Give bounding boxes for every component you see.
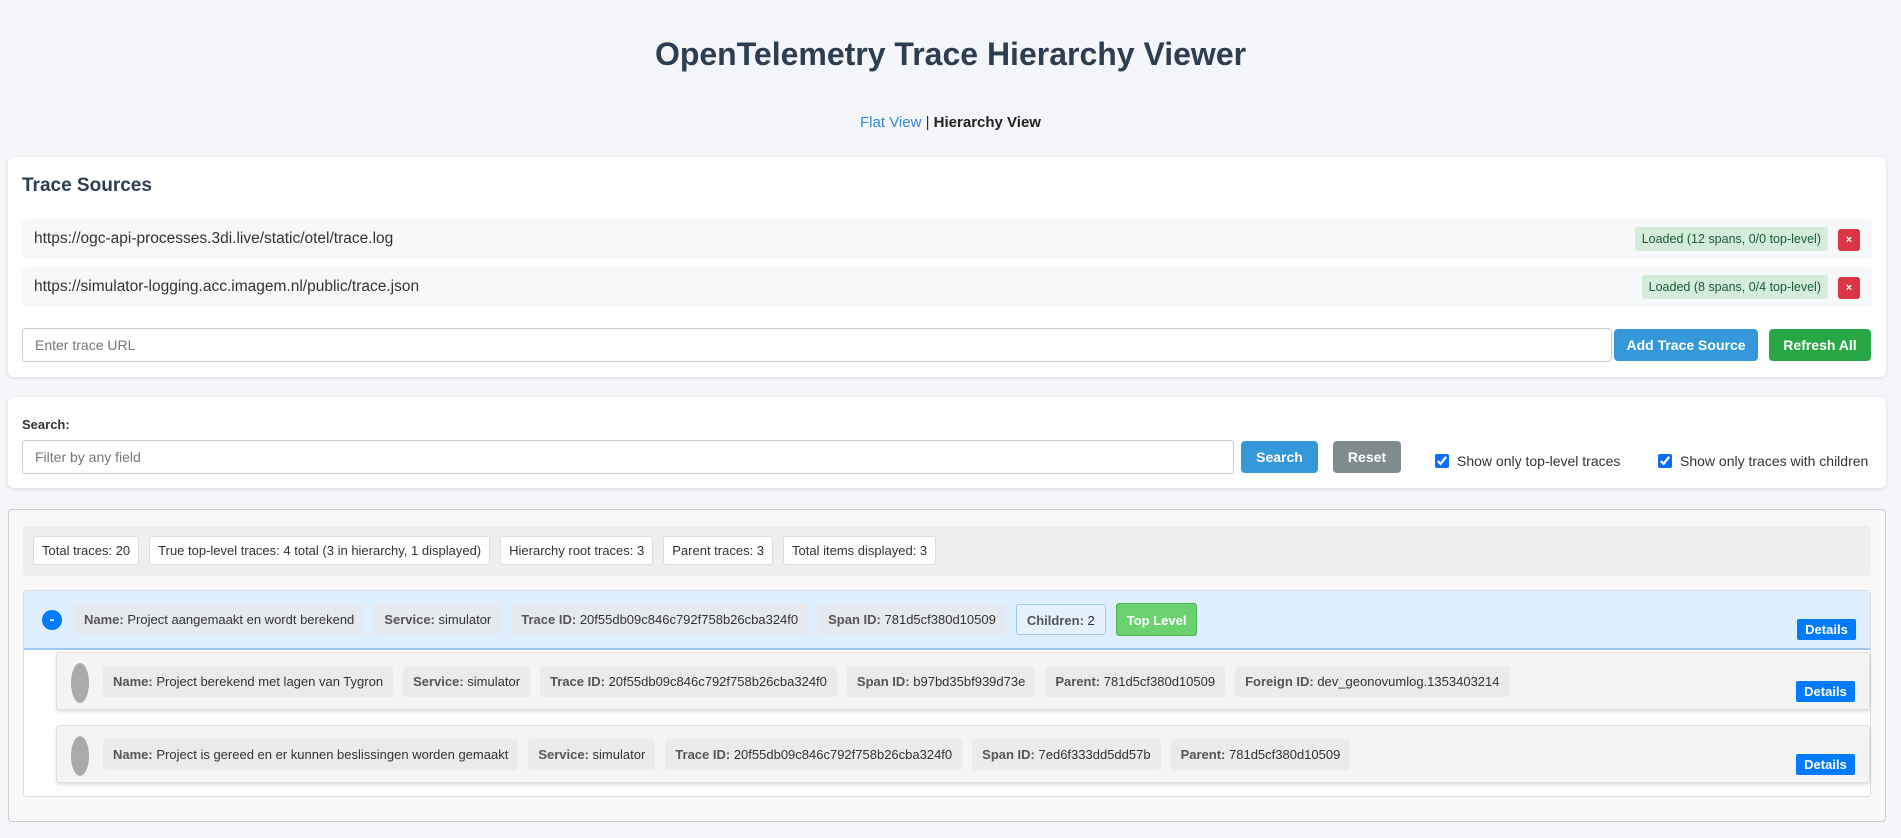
span-id-field: Span ID: b97bd35bf939d73e — [846, 665, 1036, 697]
children-count: Children: 2 — [1015, 604, 1106, 635]
remove-source-button[interactable]: × — [1838, 229, 1860, 251]
trace-id-field: Trace ID: 20f55db09c846c792f758b26cba324… — [665, 738, 963, 770]
with-children-only-filter[interactable]: Show only traces with children — [1658, 453, 1868, 469]
top-level-badge: Top Level — [1115, 603, 1198, 636]
trace-source-item: https://ogc-api-processes.3di.live/stati… — [22, 219, 1872, 259]
search-button[interactable]: Search — [1241, 441, 1318, 473]
service-field: Service: simulator — [403, 665, 531, 697]
stat-parent-traces: Parent traces: 3 — [663, 536, 774, 565]
details-button[interactable]: Details — [1796, 754, 1855, 775]
stat-items-displayed: Total items displayed: 3 — [783, 536, 937, 565]
span-id-field: Span ID: 781d5cf380d10509 — [818, 604, 1006, 635]
trace-url-input[interactable] — [22, 328, 1612, 362]
trace-id-field: Trace ID: 20f55db09c846c792f758b26cba324… — [511, 604, 809, 635]
span-id-field: Span ID: 7ed6f333dd5dd57b — [972, 738, 1161, 770]
trace-id-field: Trace ID: 20f55db09c846c792f758b26cba324… — [540, 665, 837, 697]
trace-source-item: https://simulator-logging.acc.imagem.nl/… — [22, 267, 1872, 307]
search-panel: Search: Search Reset Show only top-level… — [8, 397, 1886, 488]
service-field: Service: simulator — [528, 738, 656, 770]
parent-field: Parent: 781d5cf380d10509 — [1045, 665, 1226, 697]
source-status-badge: Loaded (8 spans, 0/4 top-level) — [1641, 275, 1828, 299]
source-url: https://simulator-logging.acc.imagem.nl/… — [34, 278, 420, 295]
page-title: OpenTelemetry Trace Hierarchy Viewer — [654, 36, 1247, 72]
nav-separator: | — [921, 114, 934, 131]
child-trace-row[interactable]: Name: Project is gereed en er kunnen bes… — [56, 725, 1870, 783]
remove-source-button[interactable]: × — [1838, 277, 1860, 299]
view-nav: Flat View | Hierarchy View — [0, 114, 1901, 131]
trace-tree: - Name: Project aangemaakt en wordt bere… — [23, 590, 1871, 797]
name-field: Name: Project berekend met lagen van Tyg… — [103, 665, 394, 697]
with-children-only-label: Show only traces with children — [1680, 453, 1869, 469]
source-status-badge: Loaded (12 spans, 0/0 top-level) — [1634, 227, 1828, 251]
hierarchy-view-current: Hierarchy View — [933, 114, 1041, 131]
details-button[interactable]: Details — [1797, 619, 1856, 640]
service-field: Service: simulator — [374, 604, 502, 635]
stat-total-traces: Total traces: 20 — [33, 536, 140, 565]
reset-button[interactable]: Reset — [1333, 441, 1401, 473]
parent-field: Parent: 781d5cf380d10509 — [1170, 738, 1351, 770]
top-level-only-label: Show only top-level traces — [1457, 453, 1621, 469]
add-trace-source-button[interactable]: Add Trace Source — [1614, 329, 1758, 361]
stats-bar: Total traces: 20 True top-level traces: … — [23, 526, 1871, 576]
trace-hierarchy-panel: Total traces: 20 True top-level traces: … — [8, 509, 1886, 822]
child-trace-row[interactable]: Name: Project berekend met lagen van Tyg… — [56, 652, 1870, 710]
top-level-only-checkbox[interactable] — [1435, 454, 1449, 468]
top-level-only-filter[interactable]: Show only top-level traces — [1435, 453, 1620, 469]
with-children-only-checkbox[interactable] — [1658, 454, 1672, 468]
trace-sources-heading: Trace Sources — [22, 175, 152, 196]
leaf-node-icon — [71, 663, 89, 703]
name-field: Name: Project is gereed en er kunnen bes… — [103, 738, 519, 770]
search-input[interactable] — [22, 440, 1234, 474]
collapse-toggle[interactable]: - — [42, 610, 62, 630]
flat-view-link[interactable]: Flat View — [860, 114, 921, 131]
refresh-all-button[interactable]: Refresh All — [1769, 329, 1871, 361]
foreign-id-field: Foreign ID: dev_geonovumlog.1353403214 — [1235, 665, 1510, 697]
leaf-node-icon — [71, 736, 89, 776]
root-trace-row[interactable]: - Name: Project aangemaakt en wordt bere… — [24, 591, 1870, 650]
stat-hierarchy-roots: Hierarchy root traces: 3 — [500, 536, 654, 565]
details-button[interactable]: Details — [1796, 681, 1855, 702]
source-url: https://ogc-api-processes.3di.live/stati… — [34, 230, 394, 247]
name-field: Name: Project aangemaakt en wordt bereke… — [74, 604, 365, 635]
stat-true-top-level: True top-level traces: 4 total (3 in hie… — [149, 536, 491, 565]
trace-sources-panel: Trace Sources https://ogc-api-processes.… — [8, 157, 1886, 377]
search-label: Search: — [22, 417, 70, 432]
